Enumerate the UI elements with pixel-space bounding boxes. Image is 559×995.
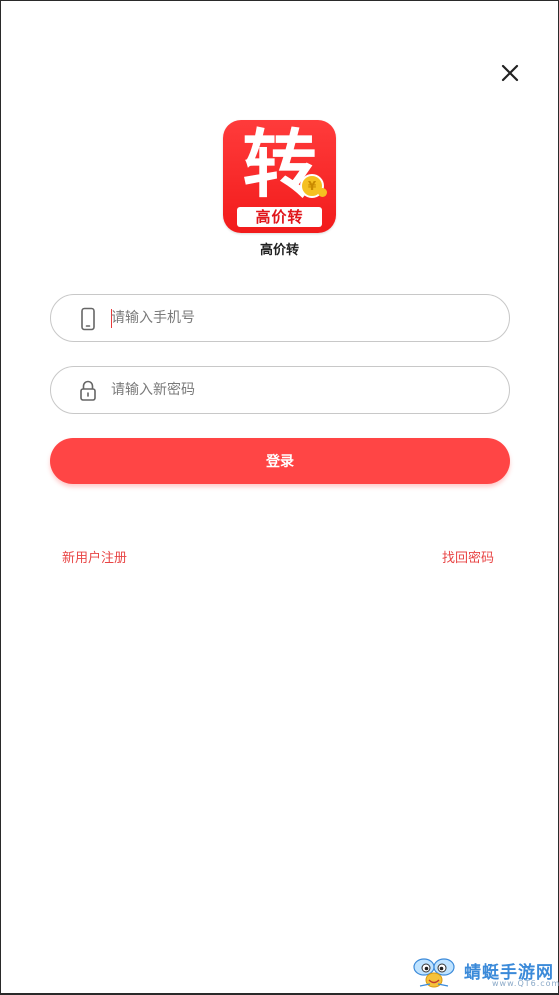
- close-icon: [501, 64, 519, 82]
- app-name: 高价转: [259, 243, 299, 258]
- logo-band-text: 高价转: [237, 207, 322, 227]
- phone-field[interactable]: [50, 294, 510, 342]
- logo-small-coin-icon: [318, 188, 327, 197]
- password-field[interactable]: [50, 366, 510, 414]
- close-button[interactable]: [498, 61, 522, 85]
- dragonfly-mascot-icon: [413, 958, 455, 988]
- watermark: 蜻蜓手游网 www.QT6.com: [412, 956, 559, 992]
- forgot-password-link[interactable]: 找回密码: [442, 547, 494, 566]
- password-input[interactable]: [111, 367, 491, 413]
- phone-input[interactable]: [111, 295, 491, 341]
- watermark-subtitle: www.QT6.com: [492, 979, 559, 988]
- register-link[interactable]: 新用户注册: [62, 547, 127, 566]
- login-button[interactable]: 登录: [50, 438, 510, 484]
- app-logo: 转 ¥ 高价转: [223, 120, 336, 233]
- lock-icon: [80, 380, 96, 401]
- phone-icon: [81, 307, 95, 331]
